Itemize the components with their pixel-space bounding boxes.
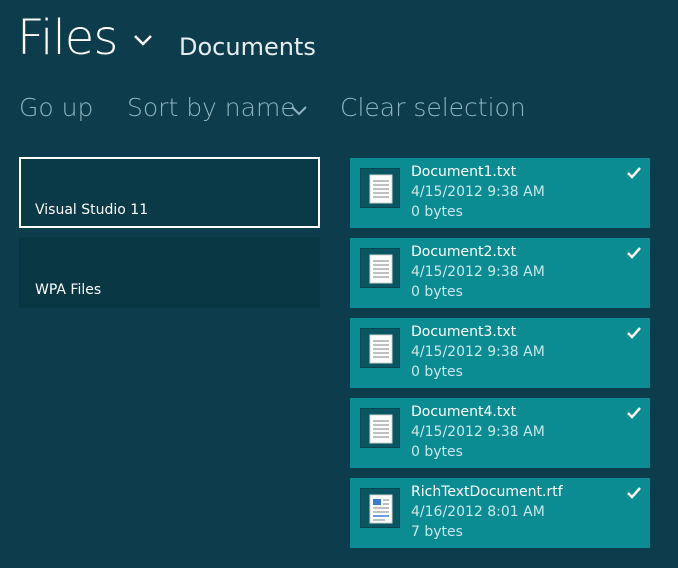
checkmark-icon [627, 327, 641, 339]
text-document-icon [360, 168, 400, 208]
checkmark-icon [627, 407, 641, 419]
file-name: Document4.txt [411, 404, 517, 420]
chevron-down-icon[interactable] [132, 32, 154, 48]
file-size: 0 bytes [411, 444, 463, 460]
text-document-icon [360, 248, 400, 288]
folder-tile[interactable]: WPA Files [19, 237, 320, 308]
file-tile[interactable]: Document4.txt 4/15/2012 9:38 AM 0 bytes [350, 398, 650, 468]
file-name: Document2.txt [411, 244, 517, 260]
folder-tile[interactable]: Visual Studio 11 [19, 157, 320, 228]
file-size: 7 bytes [411, 524, 463, 540]
checkmark-icon [627, 487, 641, 499]
text-document-icon [360, 408, 400, 448]
checkmark-icon [627, 167, 641, 179]
file-tile[interactable]: Document3.txt 4/15/2012 9:38 AM 0 bytes [350, 318, 650, 388]
file-date: 4/15/2012 9:38 AM [411, 424, 545, 440]
file-tile[interactable]: Document1.txt 4/15/2012 9:38 AM 0 bytes [350, 158, 650, 228]
file-size: 0 bytes [411, 204, 463, 220]
file-size: 0 bytes [411, 284, 463, 300]
folder-label: Visual Studio 11 [35, 202, 149, 218]
rich-text-document-icon [360, 488, 400, 528]
file-date: 4/16/2012 8:01 AM [411, 504, 545, 520]
text-document-icon [360, 328, 400, 368]
file-date: 4/15/2012 9:38 AM [411, 184, 545, 200]
file-name: Document1.txt [411, 164, 517, 180]
checkmark-icon [627, 247, 641, 259]
chevron-down-icon[interactable] [290, 105, 308, 117]
file-tile[interactable]: RichTextDocument.rtf 4/16/2012 8:01 AM 7… [350, 478, 650, 548]
file-date: 4/15/2012 9:38 AM [411, 344, 545, 360]
folder-label: WPA Files [35, 282, 102, 298]
file-size: 0 bytes [411, 364, 463, 380]
file-name: RichTextDocument.rtf [411, 484, 563, 500]
clear-selection-button[interactable]: Clear selection [340, 93, 526, 122]
file-tile[interactable]: Document2.txt 4/15/2012 9:38 AM 0 bytes [350, 238, 650, 308]
file-date: 4/15/2012 9:38 AM [411, 264, 545, 280]
go-up-button[interactable]: Go up [19, 93, 93, 122]
file-name: Document3.txt [411, 324, 517, 340]
sort-button[interactable]: Sort by name [127, 93, 296, 122]
location-label: Documents [179, 33, 316, 61]
page-title[interactable]: Files [17, 10, 118, 66]
